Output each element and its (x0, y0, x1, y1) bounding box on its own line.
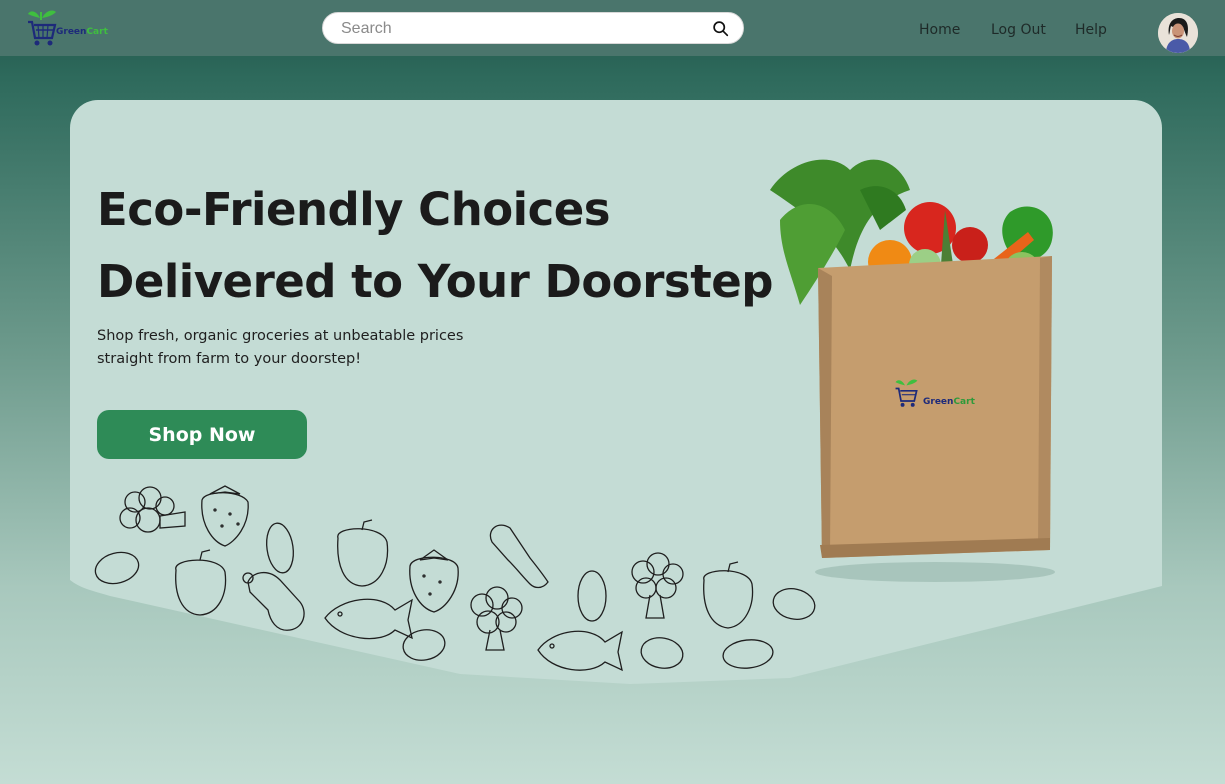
strawberry-doodle (201, 485, 249, 547)
potato-doodle-2 (402, 570, 816, 669)
hero-subtext: Shop fresh, organic groceries at unbeata… (97, 328, 464, 367)
broccoli-doodle-2 (470, 552, 684, 651)
greencart-logo[interactable]: GreenCart (26, 6, 110, 48)
food-doodle-illustrations (94, 485, 816, 672)
shop-now-button[interactable]: Shop Now (97, 410, 307, 459)
hero-headline-line2: Delivered to Your Doorstep (97, 255, 773, 308)
user-avatar[interactable] (1158, 13, 1198, 53)
broccoli-doodle (119, 486, 186, 533)
nav-help-link[interactable]: Help (1075, 22, 1107, 38)
nav-logout-link[interactable]: Log Out (991, 22, 1046, 38)
fish-doodle (324, 598, 623, 672)
brand-name: GreenCart (56, 27, 108, 37)
bag-brand-part1: Green (923, 397, 954, 407)
grocery-bag-image (770, 159, 1055, 582)
search-icon[interactable] (712, 20, 729, 37)
potato-doodle (94, 522, 294, 585)
bag-brand-part2: Cart (953, 397, 975, 407)
hero-headline-line1: Eco-Friendly Choices (97, 183, 611, 236)
search-input[interactable] (339, 18, 703, 40)
top-navigation-bar: GreenCart Home Log Out Help (0, 0, 1225, 56)
brand-name-part2: Cart (86, 27, 108, 37)
drumstick-doodle (242, 524, 549, 631)
cart-logo-icon (28, 10, 57, 46)
strawberry-doodle-2 (409, 549, 459, 613)
brand-name-part1: Green (56, 27, 87, 37)
nav-home-link[interactable]: Home (919, 22, 960, 38)
avatar-icon (1158, 13, 1198, 53)
search-bar (322, 12, 744, 44)
bag-brand-name: GreenCart (923, 397, 975, 407)
pepper-doodle-2 (703, 561, 754, 629)
